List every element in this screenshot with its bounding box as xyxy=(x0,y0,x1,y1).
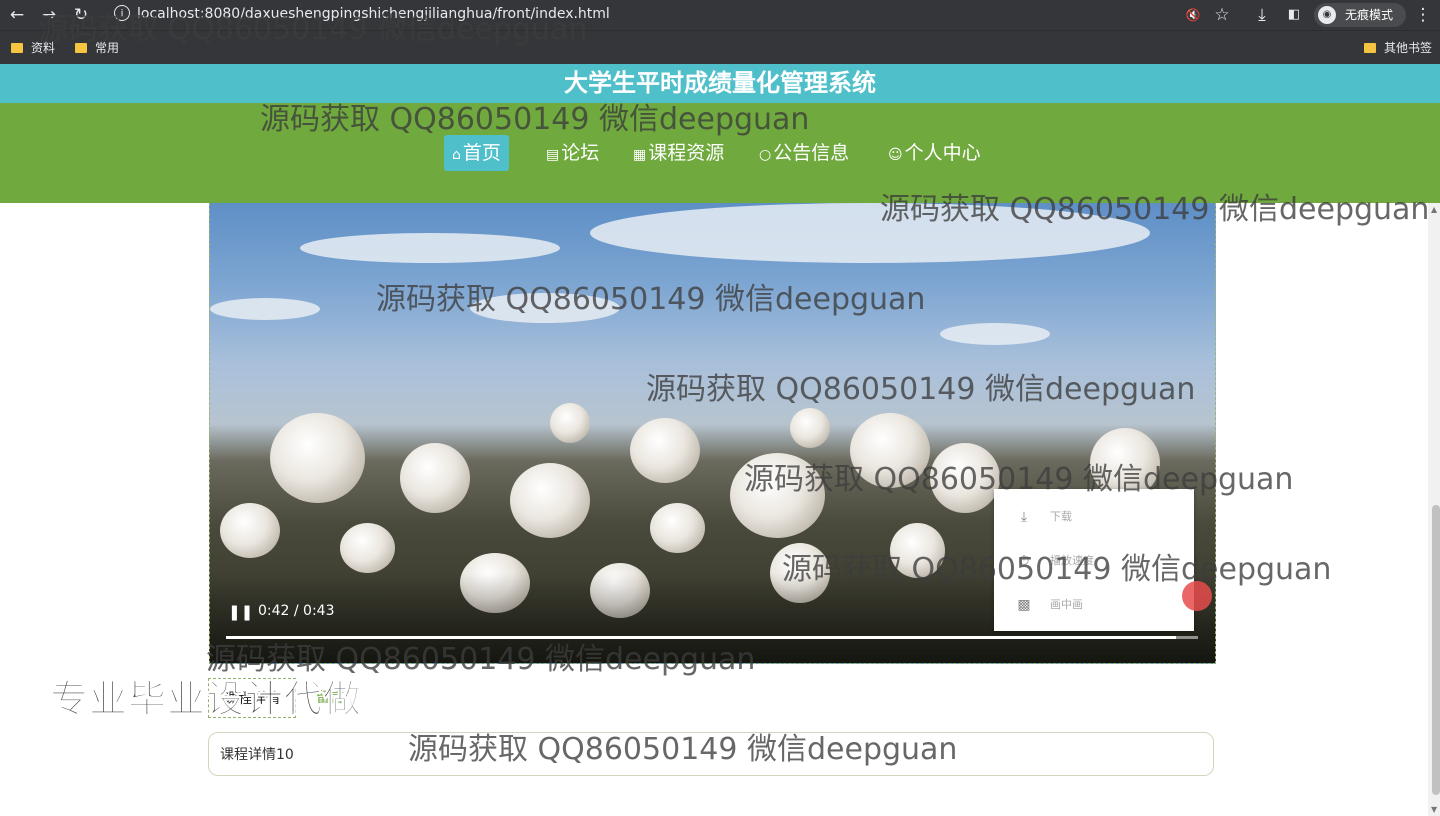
nav-notices[interactable]: ○ 公告信息 xyxy=(751,135,857,171)
nav-forum[interactable]: ▤ 论坛 xyxy=(538,135,607,171)
forum-icon: ▤ xyxy=(546,147,560,163)
nav-course-resources[interactable]: ▦ 课程资源 xyxy=(625,135,732,171)
video-progress-bar[interactable] xyxy=(226,636,1198,639)
bookmark-label: 其他书签 xyxy=(1384,41,1433,55)
nav-user-center[interactable]: ☺ 个人中心 xyxy=(880,135,989,171)
pause-icon[interactable]: ❚❚ xyxy=(228,603,253,621)
nav-label: 首页 xyxy=(462,142,501,164)
cotton-flower xyxy=(1090,428,1160,498)
menu-label: 下载 xyxy=(1050,510,1072,523)
pip-icon: ▩ xyxy=(1017,597,1031,613)
cotton-flower xyxy=(550,403,590,443)
incognito-icon: ◉ xyxy=(1318,6,1336,24)
video-overflow-menu: ⤓ 下载 ⏱ 播放速度 ▩ 画中画 xyxy=(994,489,1194,631)
site-info-icon[interactable]: i xyxy=(114,5,130,21)
nav-label: 论坛 xyxy=(561,142,600,164)
promo-overlay-text: 专业毕业设计代做 xyxy=(49,677,363,722)
cotton-flower xyxy=(790,408,830,448)
menu-item-pip[interactable]: ▩ 画中画 xyxy=(994,583,1194,627)
nav-label: 个人中心 xyxy=(904,142,981,164)
sidebar-icon[interactable]: ◧ xyxy=(1283,4,1305,26)
video-time: 0:42 / 0:43 xyxy=(258,603,335,619)
browser-toolbar: ← → ↻ i localhost:8080/daxueshengpingshi… xyxy=(0,0,1440,30)
incognito-label: 无痕模式 xyxy=(1345,8,1394,22)
nav-home[interactable]: ⌂ 首页 xyxy=(444,135,509,171)
cotton-flower xyxy=(930,443,1000,513)
user-icon: ☺ xyxy=(888,147,903,163)
cloud-shape xyxy=(590,203,1150,263)
cloud-shape xyxy=(470,293,620,323)
cotton-flower xyxy=(340,523,395,573)
cotton-flower xyxy=(730,453,825,538)
nav-label: 课程资源 xyxy=(648,142,725,164)
bookmark-label: 常用 xyxy=(95,41,120,55)
cotton-flower xyxy=(630,418,700,483)
cotton-flower xyxy=(400,443,470,513)
bookmark-label: 资料 xyxy=(31,41,56,55)
scroll-up-icon[interactable]: ▲ xyxy=(1431,205,1437,214)
bookmark-folder-0[interactable]: 资料 xyxy=(11,40,55,56)
folder-icon xyxy=(1364,43,1376,53)
menu-label: 画中画 xyxy=(1050,598,1083,611)
notice-icon: ○ xyxy=(759,147,772,163)
cotton-flower xyxy=(270,413,365,503)
site-title: 大学生平时成绩量化管理系统 xyxy=(0,64,1440,103)
menu-kebab-icon[interactable]: ⋮ xyxy=(1412,4,1434,26)
cotton-flower xyxy=(650,503,705,553)
reload-icon[interactable]: ↻ xyxy=(70,4,92,26)
muted-icon[interactable]: 🔇 xyxy=(1182,4,1204,26)
cotton-flower xyxy=(510,463,590,538)
menu-item-speed[interactable]: ⏱ 播放速度 xyxy=(994,539,1194,583)
cotton-flower xyxy=(890,523,945,578)
incognito-badge[interactable]: ◉ 无痕模式 xyxy=(1314,3,1406,27)
course-detail-content: 课程详情10 xyxy=(208,732,1214,776)
scroll-down-icon[interactable]: ▼ xyxy=(1431,805,1437,814)
bookmarks-bar: 资料 常用 其他书签 xyxy=(0,30,1440,65)
speed-icon: ⏱ xyxy=(1018,553,1030,569)
download-icon: ⤓ xyxy=(1020,509,1028,525)
cloud-shape xyxy=(300,233,560,263)
menu-item-download[interactable]: ⤓ 下载 xyxy=(994,495,1194,539)
bookmark-folder-1[interactable]: 常用 xyxy=(75,40,119,56)
back-icon[interactable]: ← xyxy=(6,4,28,26)
cotton-flower xyxy=(850,413,930,488)
course-icon: ▦ xyxy=(633,147,647,163)
home-icon: ⌂ xyxy=(452,147,461,163)
other-bookmarks[interactable]: 其他书签 xyxy=(1364,40,1432,56)
folder-icon xyxy=(75,43,87,53)
course-video-player[interactable]: ❚❚ 0:42 / 0:43 ⤓ 下载 ⏱ 播放速度 ▩ 画中画 xyxy=(209,203,1216,664)
nav-label: 公告信息 xyxy=(773,142,850,164)
forward-icon[interactable]: → xyxy=(38,4,60,26)
cotton-flower xyxy=(220,503,280,558)
star-icon[interactable]: ☆ xyxy=(1211,4,1233,26)
page-scrollbar-thumb[interactable] xyxy=(1432,505,1440,795)
address-bar[interactable]: localhost:8080/daxueshengpingshichengjil… xyxy=(137,6,610,22)
download-icon[interactable]: ⤓ xyxy=(1251,4,1273,26)
menu-label: 播放速度 xyxy=(1050,554,1094,567)
cloud-shape xyxy=(210,298,320,320)
mouse-cursor-highlight xyxy=(1182,581,1212,611)
video-progress-fill xyxy=(226,636,1176,639)
main-nav: ⌂ 首页 ▤ 论坛 ▦ 课程资源 ○ 公告信息 ☺ 个人中心 xyxy=(0,103,1440,203)
folder-icon xyxy=(11,43,23,53)
cloud-shape xyxy=(940,323,1050,345)
